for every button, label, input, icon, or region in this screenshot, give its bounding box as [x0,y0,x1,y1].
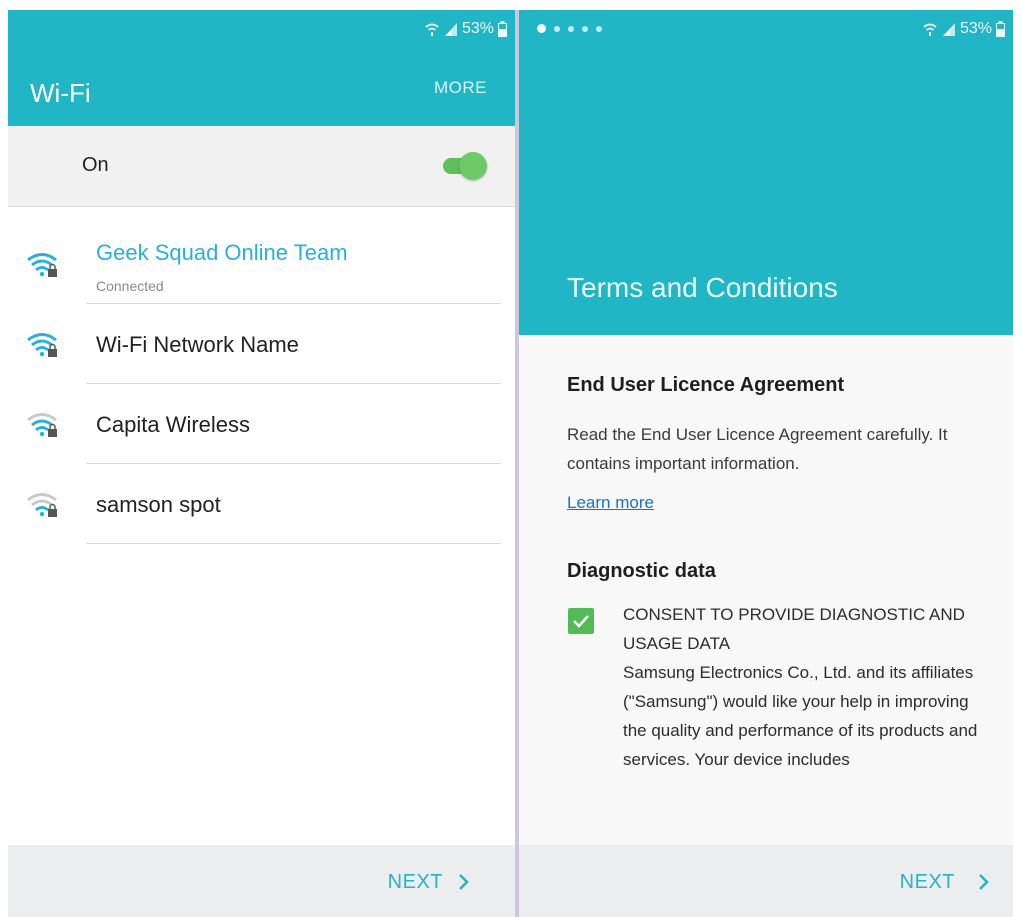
page-dot [596,25,602,32]
page-dot [568,25,574,32]
page-dot [582,25,588,32]
wifi-signal-icon [923,23,937,36]
terms-header: 53% Terms and Conditions [519,10,1013,335]
learn-more-link[interactable]: Learn more [567,493,654,513]
network-status: Connected [96,278,164,294]
page-dot-active [537,24,546,33]
status-bar: 53% [922,20,1005,38]
wifi-lock-icon [27,413,57,437]
chevron-right-icon[interactable] [457,872,471,892]
network-item-wifi-network-name[interactable]: Wi-Fi Network Name [8,304,515,384]
next-button[interactable]: NEXT [388,871,443,894]
wifi-lock-icon [27,333,57,357]
cell-signal-icon [942,23,955,36]
page-indicator [537,24,602,33]
page-title: Wi-Fi [30,78,91,108]
battery-percentage: 53% [461,20,494,37]
battery-percentage: 53% [959,20,992,37]
network-item-geek-squad[interactable]: Geek Squad Online Team Connected [8,222,515,304]
wifi-settings-screen: 53% Wi-Fi MORE On Geek Squad Online Team [8,10,515,917]
network-name: samson spot [96,492,221,517]
diagnostic-heading: Diagnostic data [567,560,716,582]
network-item-capita-wireless[interactable]: Capita Wireless [8,384,515,464]
battery-icon [498,21,507,37]
terms-conditions-screen: 53% Terms and Conditions End User Licenc… [519,10,1013,917]
page-title: Terms and Conditions [567,272,838,303]
wifi-lock-icon [27,253,57,277]
battery-icon [996,21,1005,37]
status-bar: 53% [424,20,507,38]
next-button[interactable]: NEXT [900,871,955,894]
network-name: Capita Wireless [96,412,251,437]
more-button[interactable]: MORE [434,78,487,98]
chevron-right-icon[interactable] [977,872,991,892]
checkmark-icon [573,615,589,628]
consent-text: CONSENT TO PROVIDE DIAGNOSTIC AND USAGE … [623,600,993,832]
divider [86,543,501,544]
terms-footer: NEXT [519,845,1013,917]
consent-checkbox[interactable] [568,608,594,634]
wifi-toggle-row[interactable]: On [8,126,515,207]
wifi-signal-icon [425,23,439,36]
wifi-lock-icon [27,493,57,517]
toggle-knob [459,152,487,180]
wifi-footer: NEXT [8,845,515,917]
eula-description: Read the End User Licence Agreement care… [567,425,948,473]
consent-title: CONSENT TO PROVIDE DIAGNOSTIC AND USAGE … [623,605,965,653]
eula-heading: End User Licence Agreement [567,374,845,396]
consent-body: Samsung Electronics Co., Ltd. and its af… [623,663,978,769]
network-name: Wi-Fi Network Name [96,332,299,357]
network-item-samson-spot[interactable]: samson spot [8,464,515,544]
network-name: Geek Squad Online Team [96,240,348,265]
wifi-header: 53% Wi-Fi MORE [8,10,515,126]
page-dot [554,25,560,32]
wifi-toggle-label: On [82,154,109,176]
wifi-toggle-switch[interactable] [443,152,487,180]
cell-signal-icon [444,23,457,36]
